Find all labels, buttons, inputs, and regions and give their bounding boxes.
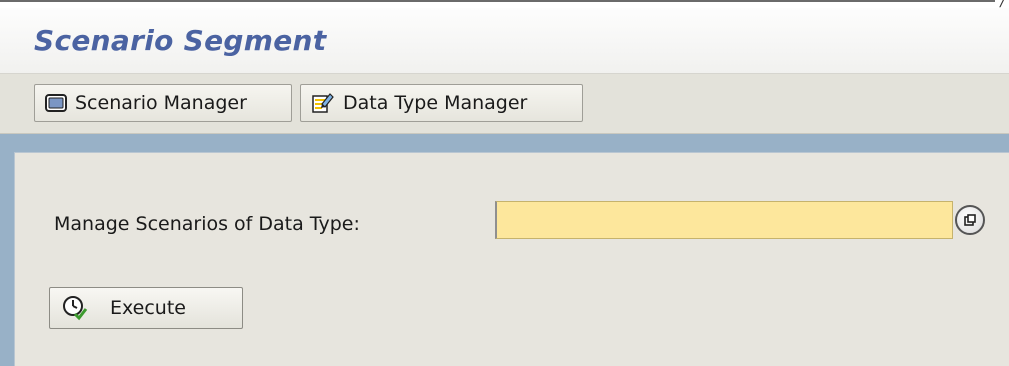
window-top-border xyxy=(0,0,995,8)
panel-left-edge xyxy=(0,134,14,366)
page-title: Scenario Segment xyxy=(34,24,327,57)
data-type-manager-label: Data Type Manager xyxy=(343,92,528,114)
edit-document-icon xyxy=(311,91,335,115)
value-help-icon[interactable] xyxy=(955,205,985,235)
title-bar: Scenario Segment xyxy=(0,8,1009,74)
data-type-manager-button[interactable]: Data Type Manager xyxy=(300,84,583,122)
monitor-icon xyxy=(45,94,67,112)
data-type-input[interactable] xyxy=(495,201,953,239)
scenario-manager-button[interactable]: Scenario Manager xyxy=(34,84,292,122)
execute-button[interactable]: Execute xyxy=(49,287,243,329)
execute-label: Execute xyxy=(110,297,186,319)
execute-clock-icon xyxy=(62,295,88,321)
sap-window: / Scenario Segment Scenario Manager Data… xyxy=(0,0,1009,366)
scenario-manager-label: Scenario Manager xyxy=(75,92,247,114)
data-type-label: Manage Scenarios of Data Type: xyxy=(54,213,360,235)
application-toolbar: Scenario Manager Data Type Manager xyxy=(0,74,1009,134)
selection-panel: Manage Scenarios of Data Type: Execute xyxy=(14,152,1009,366)
